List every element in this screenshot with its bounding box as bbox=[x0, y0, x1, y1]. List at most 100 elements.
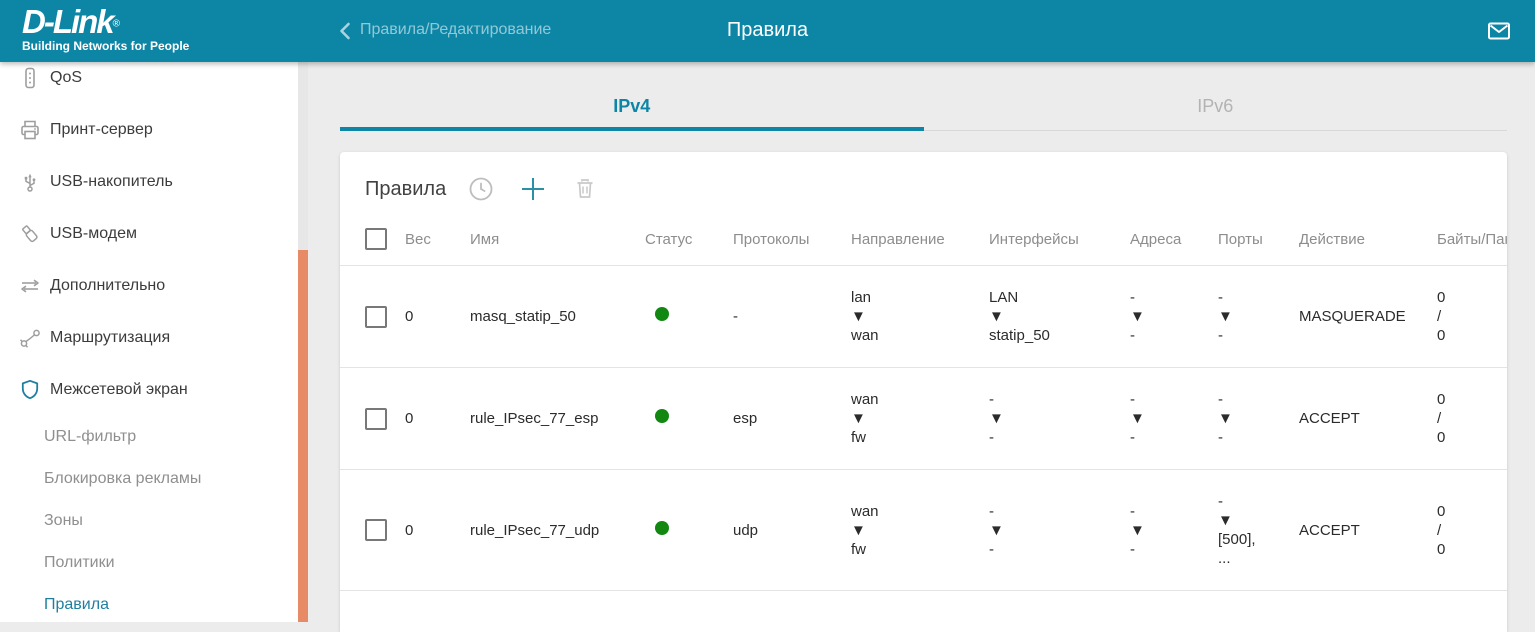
envelope-icon bbox=[1486, 18, 1512, 44]
cell-interfaces: LAN ▼ statip_50 bbox=[989, 266, 1130, 368]
tab-ipv6[interactable]: IPv6 bbox=[924, 86, 1508, 131]
column-header-action: Действие bbox=[1299, 216, 1437, 266]
sidebar-subitem-label: Зоны bbox=[44, 512, 83, 530]
cell-status bbox=[645, 368, 733, 470]
sidebar-subitem-zones[interactable]: Зоны bbox=[0, 500, 298, 542]
cell-status bbox=[645, 470, 733, 591]
page-title: Правила bbox=[727, 19, 808, 42]
cell-weight: 0 bbox=[405, 266, 470, 368]
sidebar-item-usb-modem[interactable]: USB-модем bbox=[0, 208, 298, 260]
column-header-interfaces: Интерфейсы bbox=[989, 216, 1130, 266]
trash-icon bbox=[572, 176, 598, 202]
status-dot bbox=[655, 521, 669, 535]
back-button[interactable] bbox=[334, 19, 358, 43]
cell-interfaces: - ▼ - bbox=[989, 470, 1130, 591]
row-checkbox[interactable] bbox=[365, 306, 387, 328]
table-row[interactable]: 0 rule_IPsec_77_esp esp wan ▼ fw - ▼ - -… bbox=[340, 368, 1507, 470]
card-header: Правила bbox=[340, 152, 1507, 202]
cell-name: rule_IPsec_77_udp bbox=[470, 470, 645, 591]
status-dot bbox=[655, 307, 669, 321]
sidebar-subitem-policies[interactable]: Политики bbox=[0, 542, 298, 584]
sidebar-scrollbar-track bbox=[298, 62, 308, 622]
sidebar-item-label: Принт-сервер bbox=[50, 121, 153, 139]
sidebar-subitem-label: Блокировка рекламы bbox=[44, 470, 201, 488]
column-header-addresses: Адреса bbox=[1130, 216, 1218, 266]
row-checkbox[interactable] bbox=[365, 408, 387, 430]
table-header-row: Вес Имя Статус Протоколы Направление Инт… bbox=[340, 216, 1507, 266]
sidebar-item-routing[interactable]: Маршрутизация bbox=[0, 312, 298, 364]
cell-direction: wan ▼ fw bbox=[851, 368, 989, 470]
sidebar-scrollbar-thumb[interactable] bbox=[298, 250, 308, 622]
sidebar-item-label: Межсетевой экран bbox=[50, 381, 188, 399]
row-checkbox[interactable] bbox=[365, 519, 387, 541]
rules-card: Правила bbox=[340, 152, 1507, 632]
logo-tagline: Building Networks for People bbox=[22, 40, 189, 52]
mail-button[interactable] bbox=[1486, 18, 1512, 44]
cell-name: rule_IPsec_77_esp bbox=[470, 368, 645, 470]
cell-protocols: esp bbox=[733, 368, 851, 470]
rules-table: Вес Имя Статус Протоколы Направление Инт… bbox=[340, 216, 1507, 632]
sidebar-item-label: Маршрутизация bbox=[50, 329, 170, 347]
sidebar-item-print-server[interactable]: Принт-сервер bbox=[0, 104, 298, 156]
cell-direction: wan ▼ fw bbox=[851, 470, 989, 591]
cell-status bbox=[645, 266, 733, 368]
cell-addresses: - ▼ - bbox=[1130, 470, 1218, 591]
chevron-left-icon bbox=[334, 19, 358, 43]
schedule-button[interactable] bbox=[468, 176, 494, 202]
cell-bytes-packets: 0 / 0 bbox=[1437, 266, 1507, 368]
column-header-protocols: Протоколы bbox=[733, 216, 851, 266]
table-row[interactable]: 0 rule_IPsec_77_udp udp wan ▼ fw - ▼ - -… bbox=[340, 470, 1507, 591]
cell-bytes-packets: 0 / 0 bbox=[1437, 368, 1507, 470]
sidebar-nav: QoS Принт-сервер USB-накопитель bbox=[0, 62, 298, 622]
breadcrumb[interactable]: Правила/Редактирование bbox=[360, 21, 551, 39]
sidebar-item-firewall[interactable]: Межсетевой экран bbox=[0, 364, 298, 416]
table-row[interactable]: 0 masq_statip_50 - lan ▼ wan LAN ▼ stati… bbox=[340, 266, 1507, 368]
column-header-name: Имя bbox=[470, 216, 645, 266]
usb-modem-icon bbox=[18, 222, 42, 246]
cell-name: masq_statip_50 bbox=[470, 266, 645, 368]
sidebar-item-qos[interactable]: QoS bbox=[0, 62, 298, 104]
sidebar-subitem-rules[interactable]: Правила bbox=[0, 584, 298, 622]
registered-mark: ® bbox=[113, 19, 120, 30]
tab-ipv4[interactable]: IPv4 bbox=[340, 86, 924, 131]
select-all-checkbox[interactable] bbox=[365, 228, 387, 250]
sidebar-subitem-label: Правила bbox=[44, 596, 109, 614]
cell-addresses: - ▼ - bbox=[1130, 368, 1218, 470]
sidebar-subitem-url-filter[interactable]: URL-фильтр bbox=[0, 416, 298, 458]
logo-text: D-Link bbox=[22, 3, 113, 40]
sidebar-subitem-label: URL-фильтр bbox=[44, 428, 136, 446]
card-title: Правила bbox=[365, 178, 446, 201]
sidebar: QoS Принт-сервер USB-накопитель bbox=[0, 62, 298, 622]
add-rule-button[interactable] bbox=[520, 176, 546, 202]
cell-addresses: - ▼ - bbox=[1130, 266, 1218, 368]
cell-protocols: udp bbox=[733, 470, 851, 591]
sidebar-item-usb-storage[interactable]: USB-накопитель bbox=[0, 156, 298, 208]
sidebar-item-label: QoS bbox=[50, 69, 82, 87]
qos-icon bbox=[18, 66, 42, 90]
cell-interfaces: - ▼ - bbox=[989, 368, 1130, 470]
cell-direction: lan ▼ wan bbox=[851, 266, 989, 368]
column-header-status: Статус bbox=[645, 216, 733, 266]
column-header-weight: Вес bbox=[405, 216, 470, 266]
usb-icon bbox=[18, 170, 42, 194]
sidebar-item-advanced[interactable]: Дополнительно bbox=[0, 260, 298, 312]
column-header-bytes-packets: Байты/Пакеты bbox=[1437, 216, 1507, 266]
clock-icon bbox=[468, 176, 494, 202]
cell-protocols: - bbox=[733, 266, 851, 368]
delete-rule-button[interactable] bbox=[572, 176, 598, 202]
column-header-ports: Порты bbox=[1218, 216, 1299, 266]
cell-ports: - ▼ - bbox=[1218, 368, 1299, 470]
sidebar-item-label: USB-модем bbox=[50, 225, 137, 243]
sidebar-item-label: USB-накопитель bbox=[50, 173, 173, 191]
column-header-direction: Направление bbox=[851, 216, 989, 266]
sidebar-subitem-ad-block[interactable]: Блокировка рекламы bbox=[0, 458, 298, 500]
printer-icon bbox=[18, 118, 42, 142]
shield-icon bbox=[18, 378, 42, 402]
sidebar-subitem-label: Политики bbox=[44, 554, 115, 572]
plus-icon bbox=[520, 176, 546, 202]
cell-ports: - ▼ [500], ... bbox=[1218, 470, 1299, 591]
dlink-logo: D-Link® Building Networks for People bbox=[22, 5, 189, 52]
status-dot bbox=[655, 409, 669, 423]
cell-action: MASQUERADE bbox=[1299, 266, 1437, 368]
cell-weight: 0 bbox=[405, 470, 470, 591]
